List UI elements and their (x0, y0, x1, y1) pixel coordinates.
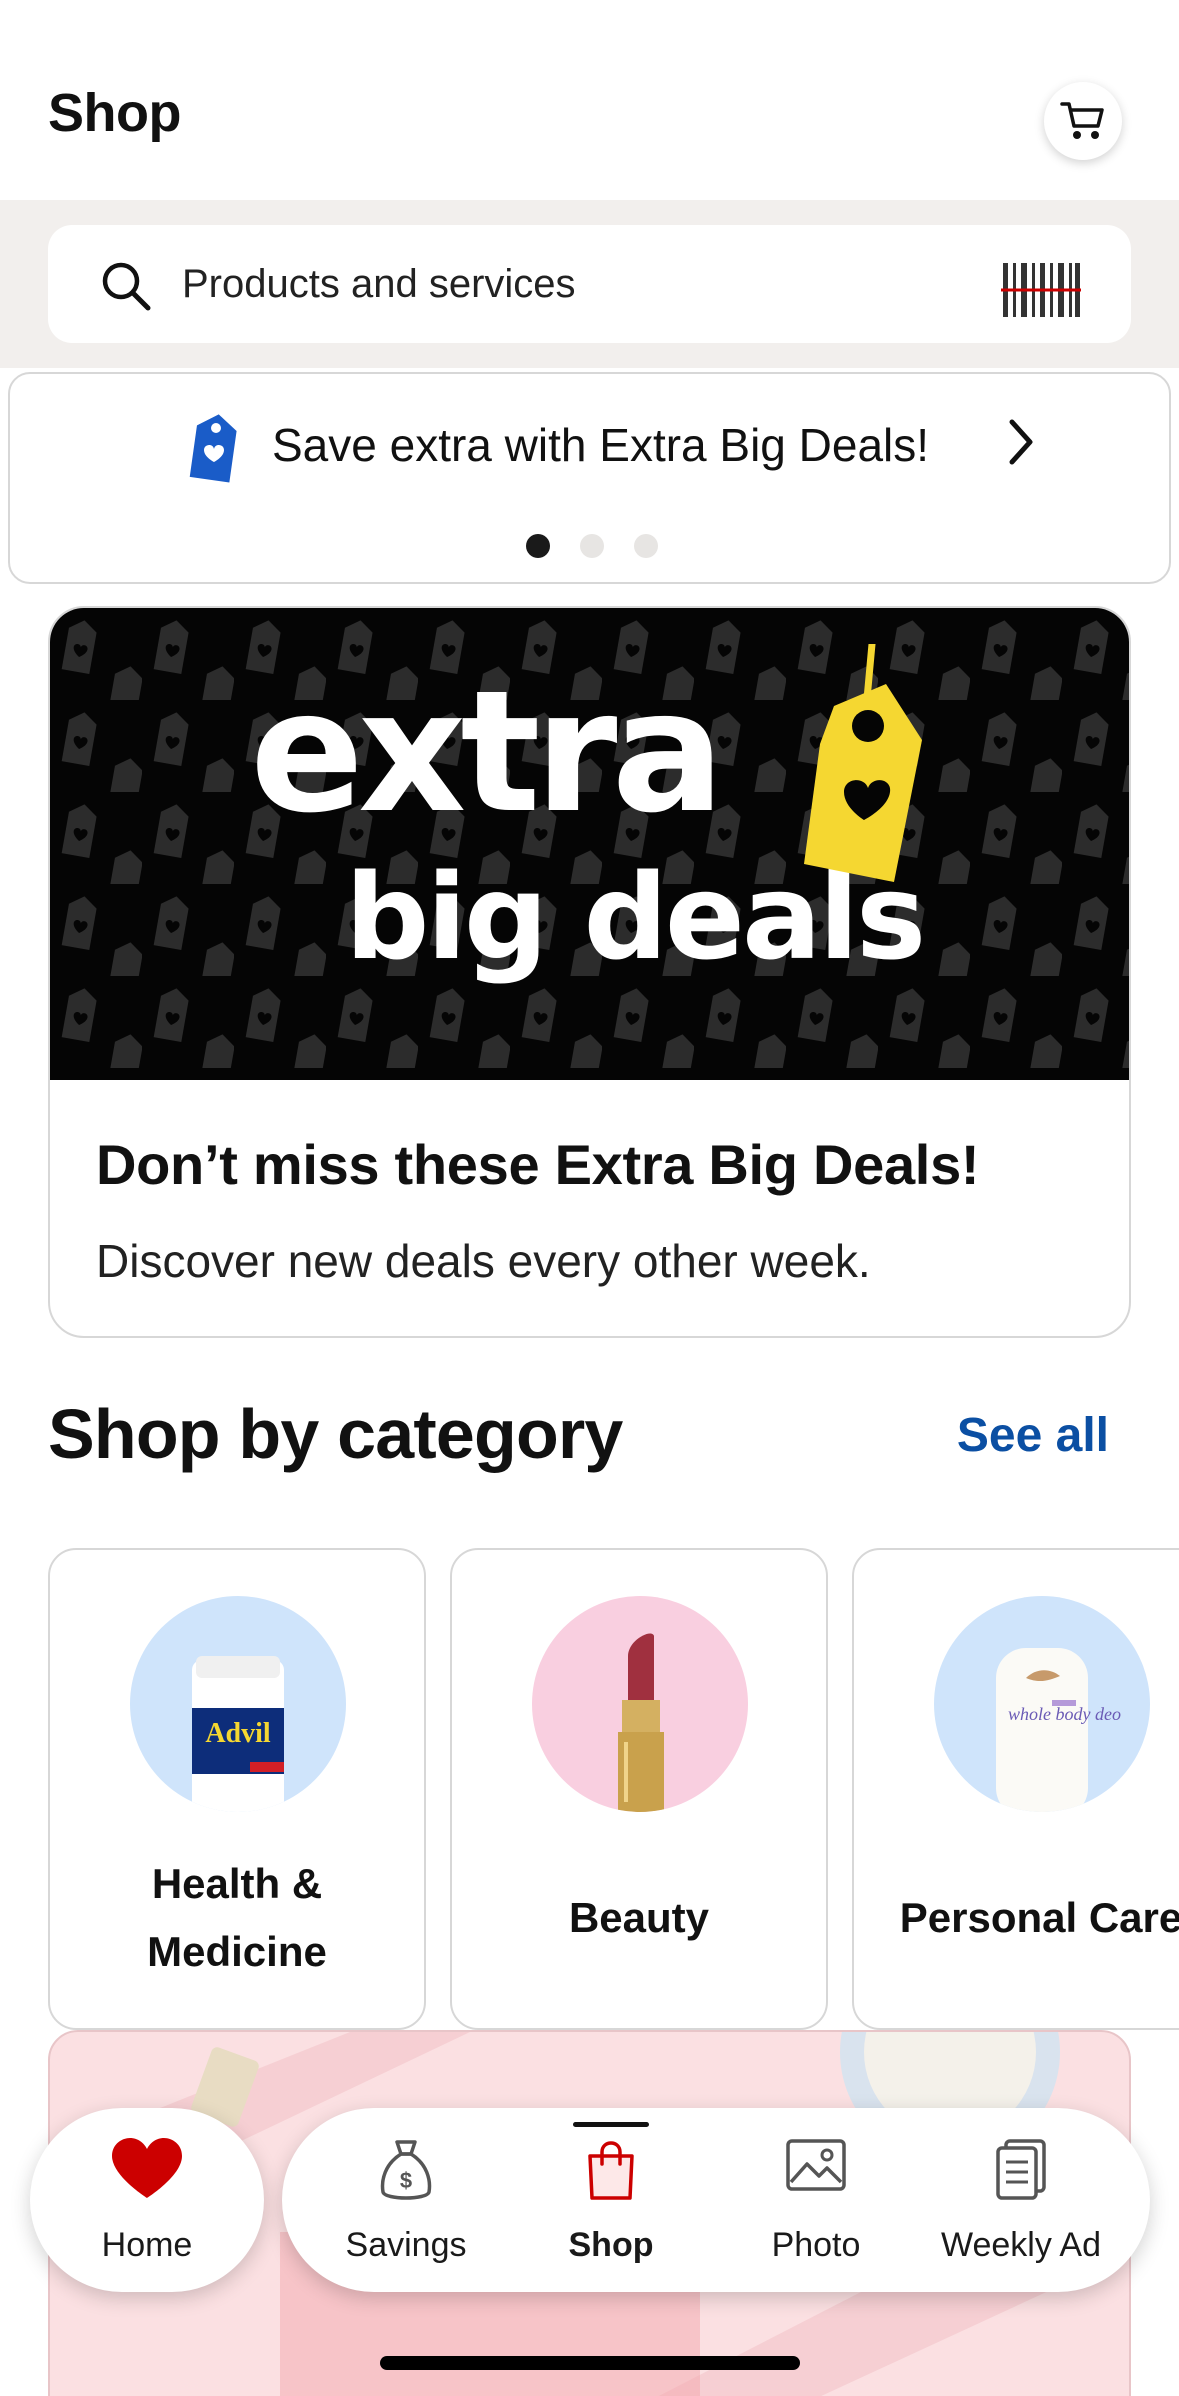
deodorant-icon: whole body deo (934, 1596, 1150, 1812)
heart-icon (112, 2138, 182, 2198)
svg-text:$: $ (400, 2168, 412, 2193)
nav-photo[interactable]: Photo (716, 2108, 916, 2292)
extra-big-deals-banner: extra big deals (50, 608, 1129, 1080)
nav-weekly-ad[interactable]: Weekly Ad (921, 2108, 1121, 2292)
category-card-health-medicine[interactable]: Advil Health & Medicine (48, 1548, 426, 2030)
see-all-link[interactable]: See all (957, 1408, 1109, 1463)
category-label: Beauty (568, 1894, 710, 1941)
promo-carousel[interactable]: Save extra with Extra Big Deals! (8, 372, 1171, 584)
extra-big-deals-card[interactable]: extra big deals Don’t miss these Extra B… (48, 606, 1131, 1338)
category-card-personal-care[interactable]: whole body deo Personal Care (852, 1548, 1179, 2030)
promo-text: Save extra with Extra Big Deals! (272, 419, 930, 471)
nav-label: Shop (568, 2226, 654, 2264)
hero-title: Don’t miss these Extra Big Deals! (96, 1133, 980, 1196)
app-header: Shop (0, 0, 1179, 200)
page-title: Shop (48, 83, 181, 143)
nav-label: Photo (771, 2226, 861, 2264)
money-bag-icon: $ (380, 2140, 432, 2200)
category-card-beauty[interactable]: Beauty (450, 1548, 828, 2030)
bottom-nav-bar: $ Savings Shop Photo Weekly Ad (282, 2108, 1150, 2292)
carousel-dot-active[interactable] (526, 534, 550, 558)
home-indicator[interactable] (380, 2356, 800, 2370)
price-tag-icon (189, 414, 237, 483)
nav-label: Savings (345, 2226, 467, 2264)
logo-extra: extra (250, 654, 725, 850)
carousel-dots (526, 534, 658, 558)
category-label: Medicine (147, 1928, 327, 1975)
carousel-dot[interactable] (580, 534, 604, 558)
lipstick-icon (532, 1596, 748, 1812)
shop-by-category-heading: Shop by category (48, 1395, 623, 1473)
search-area (0, 200, 1179, 368)
nav-shop[interactable]: Shop (511, 2108, 711, 2292)
nav-label: Weekly Ad (940, 2226, 1101, 2264)
weekly-ad-icon (996, 2139, 1046, 2200)
category-label: Health & (151, 1860, 323, 1907)
cart-button[interactable] (1044, 82, 1122, 160)
shopping-bag-icon (588, 2141, 634, 2200)
pill-bottle-icon: Advil (130, 1596, 346, 1812)
search-icon (102, 262, 151, 311)
svg-text:whole body deo: whole body deo (1008, 1704, 1121, 1724)
photo-icon (786, 2139, 846, 2191)
nav-label: Home (101, 2226, 193, 2264)
nav-home[interactable]: Home (30, 2108, 264, 2292)
active-indicator (573, 2122, 649, 2127)
search-box[interactable] (48, 225, 1131, 343)
cart-icon (1060, 102, 1104, 139)
chevron-right-icon[interactable] (1006, 418, 1036, 466)
carousel-dot[interactable] (634, 534, 658, 558)
svg-text:Advil: Advil (205, 1718, 271, 1749)
hero-subtitle: Discover new deals every other week. (96, 1235, 871, 1287)
yellow-tag-icon (804, 644, 922, 882)
barcode-scan-icon[interactable] (1001, 263, 1081, 317)
category-label: Personal Care (899, 1894, 1179, 1941)
nav-home-item[interactable]: Home (47, 2108, 247, 2292)
nav-savings[interactable]: $ Savings (306, 2108, 506, 2292)
search-input[interactable] (182, 225, 982, 343)
